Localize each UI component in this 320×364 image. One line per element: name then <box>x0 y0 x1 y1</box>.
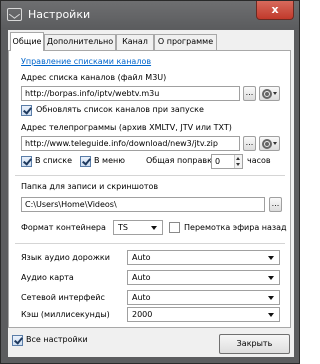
record-folder-label: Папка для записи и скриншотов <box>21 182 159 191</box>
tv-guide-browse-button[interactable]: ... <box>243 136 256 151</box>
dropdown-caret-icon <box>268 296 274 300</box>
tv-guide-address-input[interactable]: http://www.teleguide.info/download/new3/… <box>21 136 240 151</box>
audio-language-select[interactable]: Auto <box>127 250 280 265</box>
container-format-label: Формат контейнера <box>21 223 106 232</box>
in-list-checkbox[interactable] <box>21 156 32 167</box>
audio-card-select[interactable]: Auto <box>127 270 280 285</box>
update-on-start-checkbox[interactable] <box>21 105 32 116</box>
network-interface-value: Auto <box>132 293 151 302</box>
all-settings-checkbox[interactable] <box>12 335 23 346</box>
dropdown-caret-icon <box>268 276 274 280</box>
timeshift-checkbox[interactable] <box>169 222 180 233</box>
audio-card-value: Auto <box>132 273 151 282</box>
tab-about[interactable]: О программе <box>154 34 217 50</box>
dropdown-caret-icon <box>268 256 274 260</box>
time-offset-label: Общая поправка <box>146 156 217 165</box>
tab-general[interactable]: Общие <box>10 32 44 51</box>
channel-list-address-label: Адрес списка каналов (файл M3U) <box>21 73 167 82</box>
in-menu-label: В меню <box>94 156 125 165</box>
cache-select[interactable]: 2000 <box>127 307 280 322</box>
record-folder-input[interactable]: C:\Users\Home\Videos\ <box>21 197 265 212</box>
spinner-arrows[interactable] <box>234 155 242 168</box>
dropdown-caret-icon <box>273 142 277 145</box>
gear-icon <box>262 139 272 149</box>
arrow-up-icon <box>236 157 240 160</box>
tv-guide-address-label: Адрес телепрограммы (архив XMLTV, JTV ил… <box>21 123 232 132</box>
window-title: Настройки <box>28 8 91 21</box>
in-menu-checkbox[interactable] <box>80 156 91 167</box>
gear-icon <box>262 89 272 99</box>
app-icon <box>7 8 22 21</box>
time-offset-unit: часов <box>247 156 271 165</box>
all-settings-label: Все настройки <box>26 335 88 344</box>
settings-window: Настройки x Общие Дополнительно Канал О … <box>0 0 300 364</box>
time-offset-value: 0 <box>215 157 221 166</box>
manage-channel-lists-link[interactable]: Управление списками каналов <box>21 57 151 66</box>
arrow-down-icon <box>236 163 240 166</box>
separator <box>15 243 285 244</box>
container-format-value: TS <box>118 223 128 232</box>
audio-language-value: Auto <box>132 253 151 262</box>
container-format-select[interactable]: TS <box>113 220 163 235</box>
cache-label: Кэш (миллисекунды) <box>21 310 110 319</box>
channel-list-browse-button[interactable]: ... <box>243 86 256 101</box>
window-close-button[interactable]: x <box>256 1 294 20</box>
timeshift-label: Перемотка эфира назад <box>184 223 287 232</box>
general-panel: Управление списками каналов Адрес списка… <box>8 50 291 328</box>
cache-value: 2000 <box>132 310 153 319</box>
dropdown-caret-icon <box>151 226 157 230</box>
time-offset-spinner[interactable]: 0 <box>211 154 243 169</box>
dropdown-caret-icon <box>268 313 274 317</box>
tab-advanced[interactable]: Дополнительно <box>44 34 116 50</box>
dialog-client: Общие Дополнительно Канал О программе Уп… <box>8 30 294 357</box>
network-interface-select[interactable]: Auto <box>127 290 280 305</box>
dropdown-caret-icon <box>273 92 277 95</box>
audio-language-label: Язык аудио дорожки <box>21 253 110 262</box>
tv-guide-options-button[interactable] <box>259 136 280 151</box>
update-on-start-label: Обновлять список каналов при запуске <box>36 105 204 114</box>
title-bar: Настройки x <box>1 1 299 29</box>
close-button[interactable]: Закрыть <box>219 334 290 354</box>
audio-card-label: Аудио карта <box>21 273 74 282</box>
tab-channel[interactable]: Канал <box>116 34 154 50</box>
channel-list-address-input[interactable]: http://borpas.info/iptv/webtv.m3u <box>21 86 240 101</box>
in-list-label: В списке <box>35 156 73 165</box>
channel-list-options-button[interactable] <box>259 86 280 101</box>
network-interface-label: Сетевой интерфейс <box>21 293 105 302</box>
record-folder-browse-button[interactable]: ... <box>269 197 282 212</box>
separator <box>15 175 285 176</box>
